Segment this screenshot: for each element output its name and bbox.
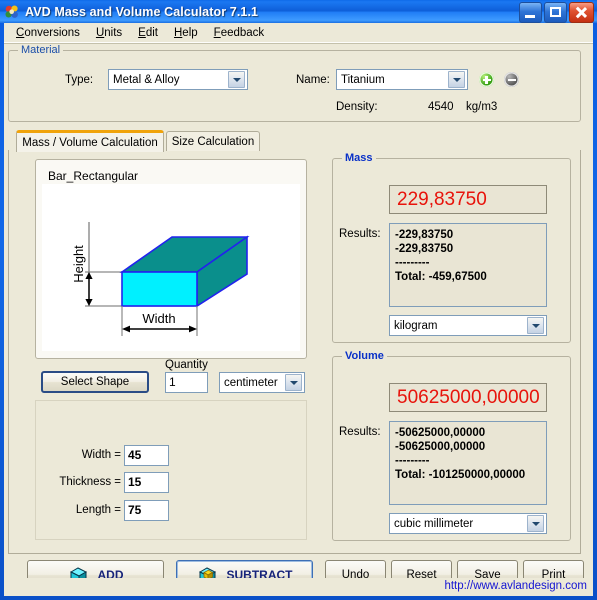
mass-result-total: Total: -459,67500 (395, 271, 487, 283)
length-unit-value: centimeter (224, 376, 278, 389)
mass-unit-value: kilogram (394, 319, 438, 332)
menu-help[interactable]: Help (166, 25, 206, 41)
menu-bar: CConversionsonversions Units Edit Help F… (4, 23, 593, 42)
mass-results-box: -229,83750 -229,83750 --------- Total: -… (389, 223, 547, 307)
mass-result-separator: --------- (395, 257, 430, 269)
menu-conversions[interactable]: CConversionsonversions (8, 25, 88, 41)
volume-value: 50625000,00000 (389, 383, 547, 412)
length-unit-select[interactable]: centimeter (219, 372, 305, 393)
window-title: AVD Mass and Volume Calculator 7.1.1 (25, 4, 259, 19)
volume-result-separator: --------- (395, 455, 430, 467)
maximize-button[interactable] (544, 2, 567, 23)
tab-size-calculation[interactable]: Size Calculation (166, 131, 260, 151)
volume-unit-select[interactable]: cubic millimeter (389, 513, 547, 534)
volume-results-box: -50625000,00000 -50625000,00000 --------… (389, 421, 547, 505)
menu-edit[interactable]: Edit (130, 25, 166, 41)
height-label-text: Height (71, 245, 86, 283)
thickness-label: Thickness = (59, 476, 121, 488)
close-button[interactable] (569, 2, 594, 23)
length-input[interactable]: 75 (124, 500, 169, 521)
menu-units[interactable]: Units (88, 25, 130, 41)
thickness-input[interactable]: 15 (124, 472, 169, 493)
volume-result-line: -50625000,00000 (395, 441, 486, 453)
add-material-icon[interactable] (479, 72, 494, 87)
volume-results-label: Results: (339, 426, 381, 438)
width-label-text: Width (142, 311, 175, 326)
shape-name: Bar_Rectangular (48, 169, 139, 183)
dimension-inputs-panel (35, 400, 307, 540)
mass-results-label: Results: (339, 228, 381, 240)
material-type-label: Type: (65, 74, 94, 86)
chevron-down-icon[interactable] (527, 515, 544, 532)
tab-strip: Mass / Volume Calculation Size Calculati… (8, 130, 581, 152)
volume-group-label: Volume (342, 350, 387, 362)
title-bar: AVD Mass and Volume Calculator 7.1.1 (0, 0, 597, 23)
tab-label: Size Calculation (171, 135, 255, 148)
window-buttons (519, 2, 594, 23)
quantity-input[interactable]: 1 (165, 372, 208, 393)
select-shape-label: Select Shape (60, 376, 130, 388)
website-link[interactable]: http://www.avlandesign.com (444, 580, 587, 592)
minimize-button[interactable] (519, 2, 542, 23)
material-type-select[interactable]: Metal & Alloy (108, 69, 248, 90)
application-window: AVD Mass and Volume Calculator 7.1.1 CCo… (0, 0, 597, 600)
width-input[interactable]: 45 (124, 445, 169, 466)
tab-label: Mass / Volume Calculation (22, 136, 158, 149)
mass-result-line: -229,83750 (395, 229, 454, 241)
select-shape-button[interactable]: Select Shape (41, 371, 149, 393)
volume-result-line: -50625000,00000 (395, 427, 486, 439)
menu-feedback[interactable]: Feedback (206, 25, 273, 41)
material-name-select[interactable]: Titanium (336, 69, 468, 90)
chevron-down-icon[interactable] (448, 71, 465, 88)
volume-unit-value: cubic millimeter (394, 517, 474, 530)
chevron-down-icon[interactable] (228, 71, 245, 88)
quantity-label: Quantity (165, 359, 208, 371)
mass-value: 229,83750 (389, 185, 547, 214)
status-bar: http://www.avlandesign.com (4, 578, 593, 596)
chevron-down-icon[interactable] (285, 374, 302, 391)
width-label: Width = (81, 449, 121, 461)
mass-result-line: -229,83750 (395, 243, 454, 255)
material-group-label: Material (18, 44, 64, 56)
mass-group-label: Mass (342, 152, 376, 164)
density-unit: kg/m3 (466, 101, 498, 113)
length-label: Length = (75, 504, 121, 516)
material-type-value: Metal & Alloy (113, 73, 180, 86)
menu-separator (4, 42, 593, 44)
tab-mass-volume-calculation[interactable]: Mass / Volume Calculation (16, 130, 164, 152)
material-name-label: Name: (296, 74, 330, 86)
density-label: Density: (336, 101, 378, 113)
remove-material-icon[interactable] (504, 72, 519, 87)
density-value: 4540 (428, 101, 454, 113)
material-name-value: Titanium (341, 73, 385, 86)
app-flower-icon (4, 4, 20, 20)
mass-unit-select[interactable]: kilogram (389, 315, 547, 336)
chevron-down-icon[interactable] (527, 317, 544, 334)
volume-result-total: Total: -101250000,00000 (395, 469, 526, 481)
shape-diagram: Height Width (42, 184, 300, 351)
